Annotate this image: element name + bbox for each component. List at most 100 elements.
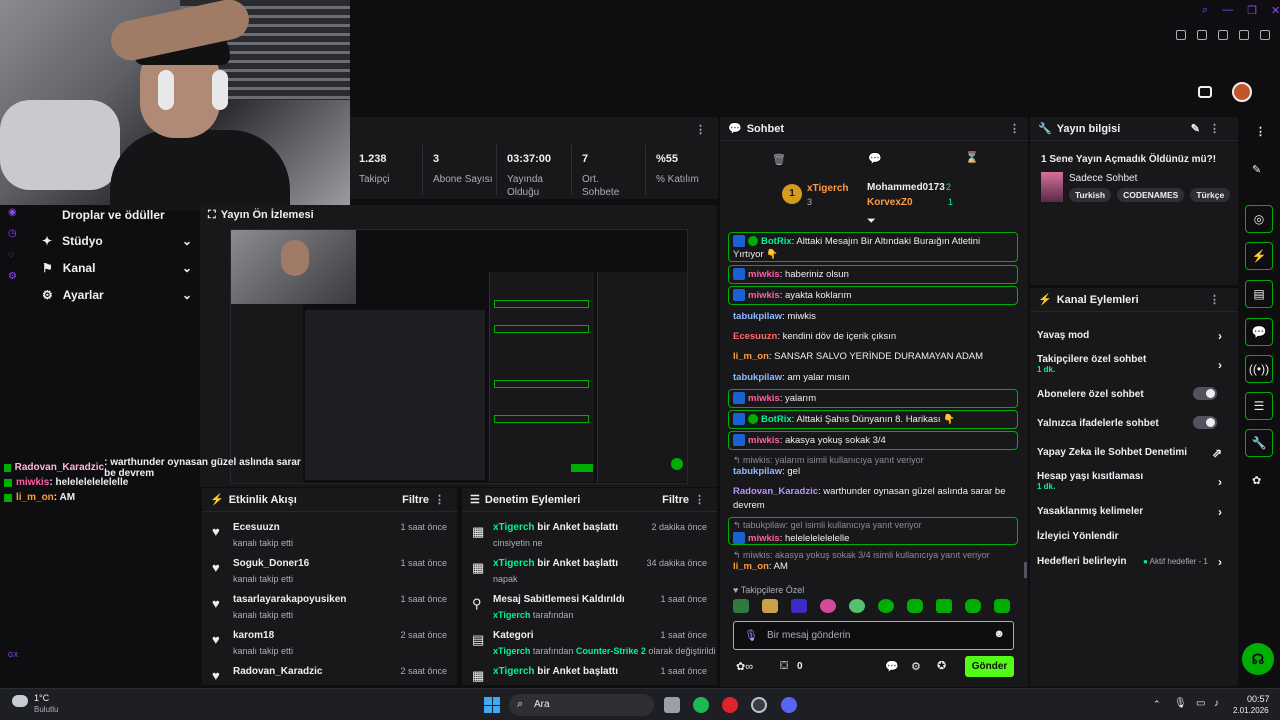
tag[interactable]: CODENAMES	[1117, 188, 1185, 202]
heart-icon[interactable]	[1260, 30, 1270, 40]
close-icon[interactable]: ✕	[1271, 4, 1280, 17]
points-icon[interactable]: ✿	[1252, 474, 1261, 487]
emote[interactable]	[994, 599, 1010, 613]
emote[interactable]	[907, 599, 923, 613]
network-icon[interactable]: ▭	[1196, 698, 1205, 709]
rail-icon[interactable]: ◷	[8, 228, 17, 239]
more-icon[interactable]: ⋮	[1255, 125, 1266, 138]
action-account-age[interactable]: Hesap yaşı kısıtlaması 1 dk. ›	[1037, 471, 1227, 491]
activity-item[interactable]: ♥ Soguk_Doner16 kanalı takip etti 1 saat ön…	[202, 554, 457, 590]
rail-icon[interactable]: ⚙	[8, 271, 17, 282]
moderation-item[interactable]: ▤ Kategori xTigerch tarafından Counter-Str…	[462, 626, 717, 662]
more-icon[interactable]: ⋮	[434, 493, 445, 506]
moderation-item[interactable]: ▦ xTigerch bir Anket başlattı cinsiyetin n…	[462, 518, 717, 554]
points-icon[interactable]: ✿∞	[736, 660, 753, 673]
category-thumbnail[interactable]	[1041, 172, 1063, 202]
emote[interactable]	[965, 599, 981, 613]
nav-studio[interactable]: ✦ Stüdyo ⌄	[42, 234, 192, 248]
task-view-icon[interactable]	[664, 697, 680, 713]
hourglass-icon[interactable]: ⌛	[965, 151, 979, 164]
emote[interactable]	[849, 599, 865, 613]
filter-button[interactable]: Filtre	[402, 494, 429, 506]
scrollbar[interactable]	[1024, 562, 1027, 578]
nav-settings[interactable]: ⚙ Ayarlar ⌄	[42, 288, 192, 302]
steam-icon[interactable]	[751, 697, 767, 713]
moderation-item[interactable]: ▦ xTigerch bir Anket başlattı napak 34 daki…	[462, 554, 717, 590]
bolt-button[interactable]: ⚡	[1245, 242, 1273, 270]
emote[interactable]	[878, 599, 894, 613]
chat-message[interactable]: miwkis: yalarım	[728, 389, 1018, 408]
leader-third[interactable]: KorvexZ0	[867, 197, 913, 208]
camera-button[interactable]: ◎	[1245, 205, 1273, 233]
chat-message[interactable]: ↰ tabukpilaw: gel isimli kullanıcıya yan…	[728, 517, 1018, 545]
collapse-icon[interactable]: ⏷	[867, 215, 876, 228]
more-icon[interactable]: ⋮	[1209, 293, 1220, 306]
microphone-icon[interactable]: 🎙	[744, 629, 758, 642]
more-icon[interactable]: ⋮	[695, 123, 706, 136]
chat-message[interactable]: miwkis: haberiniz olsun	[728, 265, 1018, 284]
broadcast-button[interactable]: ((•))	[1245, 355, 1273, 383]
action-emote-only[interactable]: Yalnızca ifadelerle sohbet	[1037, 416, 1227, 429]
more-icon[interactable]: ⋮	[694, 493, 705, 506]
screenshot-icon[interactable]	[1197, 30, 1207, 40]
filter-button[interactable]: Filtre	[662, 494, 689, 506]
windows-start-icon[interactable]	[484, 697, 500, 713]
edit-icon[interactable]: ✎	[1252, 163, 1261, 176]
tag[interactable]: Türkçe	[1190, 188, 1231, 202]
rail-icon[interactable]: ◌	[8, 249, 14, 260]
more-icon[interactable]: ⋮	[1009, 122, 1020, 135]
chat-message[interactable]: tabukpilaw: gel	[728, 465, 1018, 478]
emote[interactable]	[820, 599, 836, 613]
moderation-item[interactable]: ⚲ Mesaj Sabitlemesi Kaldırıldı xTigerch ta…	[462, 590, 717, 626]
shield-icon[interactable]	[1218, 30, 1228, 40]
document-button[interactable]: ▤	[1245, 280, 1273, 308]
action-followers-only[interactable]: Takipçilere özel sohbet 1 dk. ›	[1037, 354, 1227, 374]
toggle-switch[interactable]	[1193, 387, 1217, 400]
activity-item[interactable]: ♥ karom18 kanalı takip etti 2 saat önce	[202, 626, 457, 662]
emote[interactable]	[733, 599, 749, 613]
chat-message[interactable]: miwkis: ayakta koklarım	[728, 286, 1018, 305]
chat-button[interactable]: 💬	[1245, 318, 1273, 346]
emote[interactable]	[936, 599, 952, 613]
chat-message[interactable]: Ecesuuzn: kendini döv de içerik çıksın	[728, 330, 1018, 343]
minimize-icon[interactable]: —	[1222, 4, 1233, 17]
wrench-button[interactable]: 🔧	[1245, 429, 1273, 457]
opera-gx-icon[interactable]	[722, 697, 738, 713]
chat-message[interactable]: tabukpilaw: miwkis	[728, 310, 1018, 323]
play-icon[interactable]	[1239, 30, 1249, 40]
edit-icon[interactable]: ✎	[1191, 122, 1200, 135]
action-ai-moderation[interactable]: Yapay Zeka ile Sohbet Denetimi ⇗	[1037, 446, 1227, 460]
weather-icon[interactable]	[12, 695, 28, 707]
nav-channel[interactable]: ⚑ Kanal ⌄	[42, 261, 192, 275]
emote[interactable]	[762, 599, 778, 613]
chat-message[interactable]: tabukpilaw: am yalar mısın	[728, 371, 1018, 384]
spotify-icon[interactable]	[693, 697, 709, 713]
discord-icon[interactable]	[781, 697, 797, 713]
support-icon[interactable]: ☊	[1242, 643, 1274, 675]
more-icon[interactable]: ⋮	[1209, 122, 1220, 135]
nav-drops[interactable]: Droplar ve ödüller	[62, 208, 212, 222]
trash-icon[interactable]: 🗑	[772, 153, 786, 166]
activity-item[interactable]: ♥ Ecesuuzn kanalı takip etti 1 saat önce	[202, 518, 457, 554]
action-banned-words[interactable]: Yasaklanmış kelimeler ›	[1037, 505, 1227, 519]
leader-second[interactable]: Mohammed0173	[867, 182, 945, 193]
activity-item[interactable]: ♥ tasarlayarakapoyusiken kanalı takip etti…	[202, 590, 457, 626]
gift-icon[interactable]: ⛋	[780, 660, 788, 673]
badge-icon[interactable]: ✪	[937, 659, 946, 672]
chat-settings-bubble-icon[interactable]: 💬	[885, 660, 899, 673]
gear-icon[interactable]: ⚙	[911, 660, 921, 673]
pin-icon[interactable]	[1176, 30, 1186, 40]
send-button[interactable]: Gönder	[965, 656, 1014, 677]
chat-input[interactable]: 🎙 Bir mesaj gönderin ☻	[733, 621, 1014, 650]
chat-message[interactable]: Radovan_Karadzic: warthunder oynasan güz…	[728, 485, 1018, 513]
chat-message[interactable]: BotRix: Alttaki Şahıs Dünyanın 8. Harika…	[728, 410, 1018, 429]
chat-message[interactable]: li_m_on: AM	[728, 560, 1018, 573]
toggle-switch[interactable]	[1193, 416, 1217, 429]
chat-message[interactable]: li_m_on: SANSAR SALVO YERİNDE DURAMAYAN …	[728, 350, 1018, 363]
emoji-icon[interactable]: ☻	[993, 628, 1005, 640]
category-name[interactable]: Sadece Sohbet	[1069, 173, 1137, 184]
tray-chevron-icon[interactable]: ⌃	[1153, 699, 1161, 710]
action-sub-only[interactable]: Abonelere özel sohbet	[1037, 387, 1227, 400]
volume-icon[interactable]: ♪	[1214, 698, 1219, 709]
rail-icon[interactable]: ◉	[8, 207, 17, 218]
